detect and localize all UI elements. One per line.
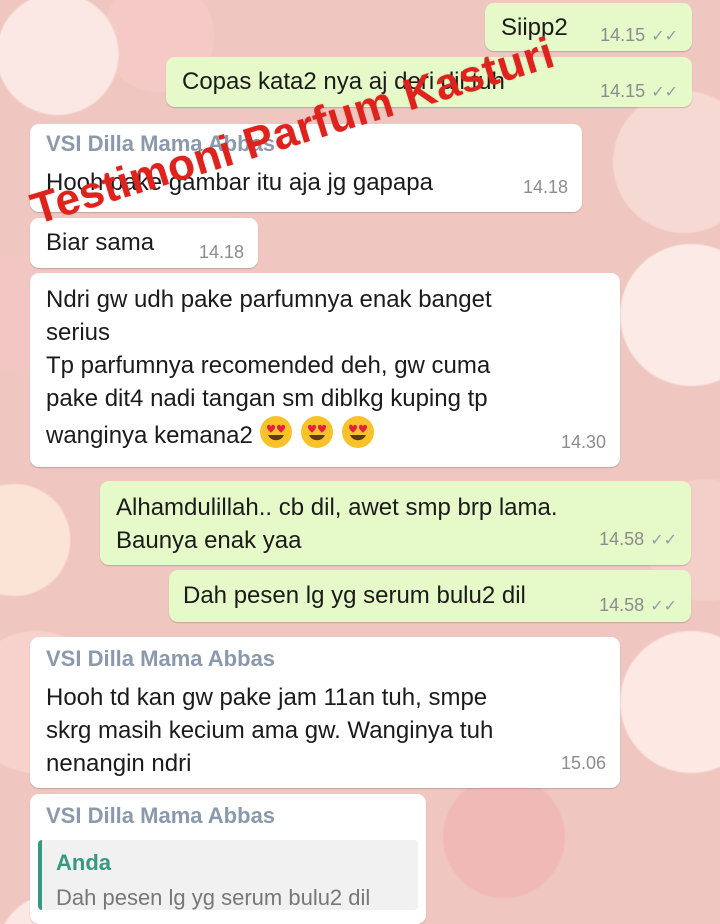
message-line: serius xyxy=(46,319,111,346)
message-line: Hooh td kan gw pake jam 11an tuh, smpe xyxy=(46,684,488,711)
double-check-icon: ✓✓ xyxy=(650,598,677,615)
message-line-with-emoji: wanginya kemana2 xyxy=(46,415,604,452)
message-time: 14.30 xyxy=(560,432,606,452)
heart-eyes-emoji-icon xyxy=(260,416,293,448)
message-bubble-incoming[interactable]: Ndri gw udh pake parfumnya enak banget s… xyxy=(30,273,620,467)
message-bubble-outgoing[interactable]: Dah pesen lg yg serum bulu2 dil 14.58 ✓✓ xyxy=(169,570,691,622)
message-line: wanginya kemana2 xyxy=(46,422,253,449)
double-check-icon: ✓✓ xyxy=(650,532,677,549)
quoted-author: Anda xyxy=(56,850,111,875)
message-line: pake dit4 nadi tangan sm diblkg kuping t… xyxy=(46,385,488,412)
message-line: nenangin ndri xyxy=(46,750,192,777)
message-bubble-incoming[interactable]: VSI Dilla Mama Abbas Anda Dah pesen lg y… xyxy=(30,794,426,924)
heart-eyes-emoji-icon xyxy=(301,416,334,448)
message-text: Dah pesen lg yg serum bulu2 dil xyxy=(183,582,526,609)
message-time: 14.15 xyxy=(600,81,646,101)
double-check-icon: ✓✓ xyxy=(651,28,678,45)
message-time: 14.18 xyxy=(522,177,568,197)
sender-name: VSI Dilla Mama Abbas xyxy=(46,803,276,828)
message-text: Biar sama xyxy=(46,229,155,256)
message-line: Ndri gw udh pake parfumnya enak banget xyxy=(46,286,492,313)
message-bubble-incoming[interactable]: VSI Dilla Mama Abbas Hooh td kan gw pake… xyxy=(30,637,620,788)
message-line: Baunya enak yaa xyxy=(116,527,302,554)
sender-name: VSI Dilla Mama Abbas xyxy=(46,646,276,671)
message-line: Alhamdulillah.. cb dil, awet smp brp lam… xyxy=(116,494,558,521)
message-time: 15.06 xyxy=(560,753,606,773)
quoted-text: Dah pesen lg yg serum bulu2 dil xyxy=(56,885,371,910)
message-line: Tp parfumnya recomended deh, gw cuma xyxy=(46,352,491,379)
message-time: 14.58 xyxy=(599,529,645,549)
message-bubble-outgoing[interactable]: Alhamdulillah.. cb dil, awet smp brp lam… xyxy=(100,481,691,565)
message-time: 14.18 xyxy=(198,242,244,262)
message-line: skrg masih kecium ama gw. Wanginya tuh xyxy=(46,717,494,744)
message-time: 14.15 xyxy=(600,25,646,45)
heart-eyes-emoji-icon xyxy=(341,416,374,448)
message-time: 14.58 xyxy=(599,595,645,615)
double-check-icon: ✓✓ xyxy=(651,84,678,101)
